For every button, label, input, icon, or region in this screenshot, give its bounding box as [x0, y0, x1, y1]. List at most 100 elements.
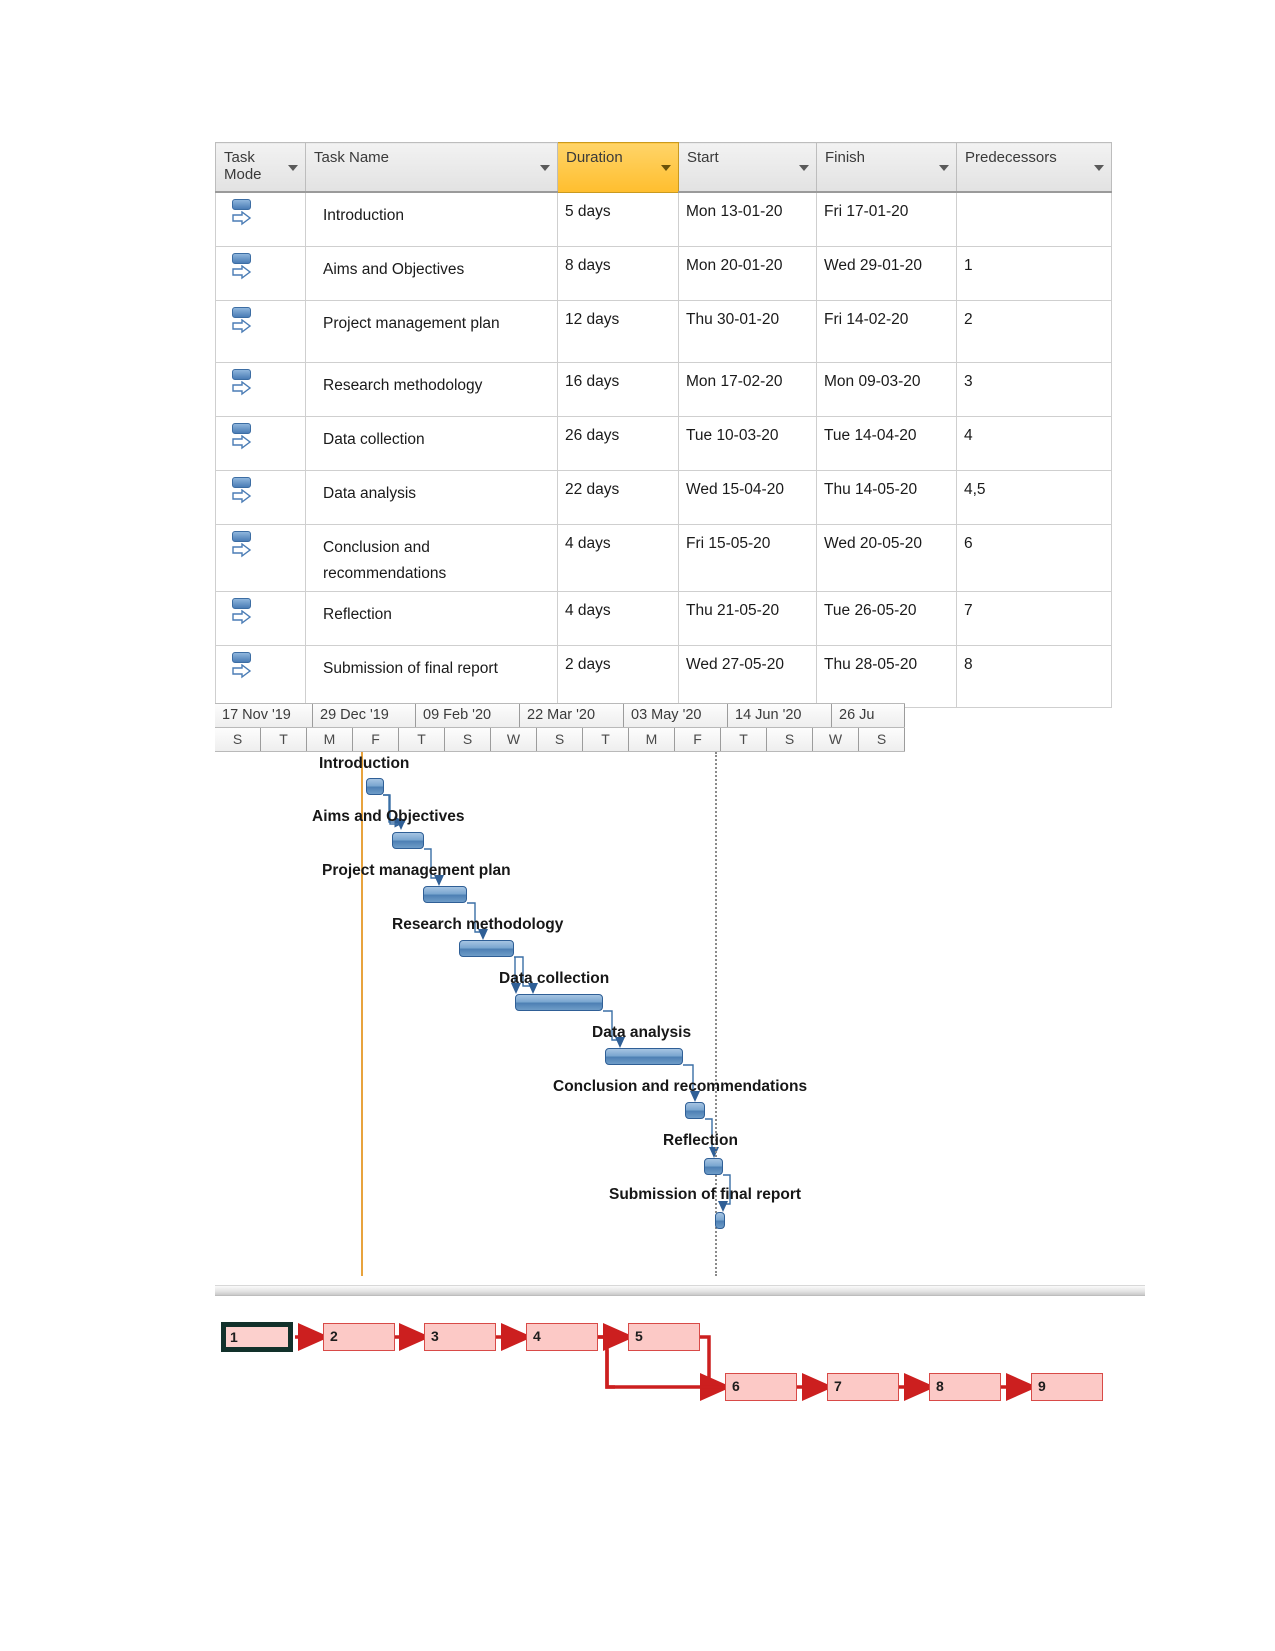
table-row[interactable]: Data collection 26 days Tue 10-03-20 Tue 14… [215, 415, 1112, 471]
cell-start[interactable]: Fri 15-05-20 [678, 523, 817, 592]
column-header-task-mode[interactable]: Task Mode [215, 142, 306, 193]
cell-finish[interactable]: Tue 26-05-20 [816, 590, 957, 646]
table-row[interactable]: Submission of final report 2 days Wed 27-0… [215, 644, 1112, 708]
pane-splitter[interactable] [215, 1285, 1145, 1296]
table-row[interactable]: Data analysis 22 days Wed 15-04-20 Thu 14-0… [215, 469, 1112, 525]
table-row[interactable]: Project management plan 12 days Thu 30-01-… [215, 299, 1112, 363]
cell-predecessors[interactable]: 4,5 [956, 469, 1112, 525]
cell-finish[interactable]: Mon 09-03-20 [816, 361, 957, 417]
cell-task-mode[interactable] [215, 299, 306, 363]
cell-finish[interactable]: Wed 20-05-20 [816, 523, 957, 592]
timeline-month-cell: 09 Feb '20 [416, 704, 520, 727]
gantt-bar[interactable] [605, 1048, 683, 1065]
network-node[interactable]: 5 [628, 1323, 700, 1351]
cell-duration[interactable]: 4 days [557, 523, 679, 592]
cell-task-name[interactable]: Aims and Objectives [305, 245, 558, 301]
cell-start[interactable]: Wed 15-04-20 [678, 469, 817, 525]
cell-predecessors[interactable]: 3 [956, 361, 1112, 417]
table-row[interactable]: Reflection 4 days Thu 21-05-20 Tue 26-05-20… [215, 590, 1112, 646]
cell-duration[interactable]: 4 days [557, 590, 679, 646]
table-row[interactable]: Research methodology 16 days Mon 17-02-20 M… [215, 361, 1112, 417]
cell-duration[interactable]: 8 days [557, 245, 679, 301]
column-header-predecessors[interactable]: Predecessors [956, 142, 1112, 193]
cell-duration[interactable]: 22 days [557, 469, 679, 525]
cell-task-name[interactable]: Conclusion and recommendations [305, 523, 558, 592]
cell-finish[interactable]: Thu 14-05-20 [816, 469, 957, 525]
cell-duration[interactable]: 5 days [557, 191, 679, 247]
gantt-bar[interactable] [685, 1102, 705, 1119]
column-header-start[interactable]: Start [678, 142, 817, 193]
timeline-month-cell: 17 Nov '19 [215, 704, 313, 727]
chevron-down-icon[interactable] [1094, 165, 1104, 171]
network-node[interactable]: 9 [1031, 1373, 1103, 1401]
cell-task-name[interactable]: Submission of final report [305, 644, 558, 708]
network-node[interactable]: 8 [929, 1373, 1001, 1401]
cell-start[interactable]: Mon 13-01-20 [678, 191, 817, 247]
column-header-duration[interactable]: Duration [557, 142, 679, 193]
network-node[interactable]: 2 [323, 1323, 395, 1351]
cell-finish[interactable]: Thu 28-05-20 [816, 644, 957, 708]
cell-task-name[interactable]: Data collection [305, 415, 558, 471]
cell-predecessors[interactable]: 7 [956, 590, 1112, 646]
chevron-down-icon[interactable] [939, 165, 949, 171]
column-header-label: Predecessors [965, 149, 1057, 166]
cell-task-name[interactable]: Reflection [305, 590, 558, 646]
cell-task-name[interactable]: Project management plan [305, 299, 558, 363]
network-node[interactable]: 7 [827, 1373, 899, 1401]
cell-task-mode[interactable] [215, 245, 306, 301]
cell-start[interactable]: Mon 17-02-20 [678, 361, 817, 417]
cell-start[interactable]: Tue 10-03-20 [678, 415, 817, 471]
cell-task-mode[interactable] [215, 469, 306, 525]
cell-finish[interactable]: Fri 14-02-20 [816, 299, 957, 363]
gantt-bar[interactable] [715, 1212, 725, 1229]
cell-task-name[interactable]: Data analysis [305, 469, 558, 525]
cell-task-name[interactable]: Introduction [305, 191, 558, 247]
gantt-bar[interactable] [392, 832, 424, 849]
cell-predecessors[interactable]: 6 [956, 523, 1112, 592]
cell-start[interactable]: Mon 20-01-20 [678, 245, 817, 301]
cell-task-mode[interactable] [215, 191, 306, 247]
column-header-finish[interactable]: Finish [816, 142, 957, 193]
cell-predecessors[interactable]: 2 [956, 299, 1112, 363]
network-node[interactable]: 6 [725, 1373, 797, 1401]
cell-predecessors[interactable]: 8 [956, 644, 1112, 708]
cell-duration[interactable]: 26 days [557, 415, 679, 471]
gantt-bar[interactable] [423, 886, 467, 903]
chevron-down-icon[interactable] [288, 165, 298, 171]
cell-finish[interactable]: Wed 29-01-20 [816, 245, 957, 301]
gantt-bar[interactable] [459, 940, 514, 957]
network-node[interactable]: 3 [424, 1323, 496, 1351]
cell-task-mode[interactable] [215, 415, 306, 471]
cell-predecessors[interactable]: 1 [956, 245, 1112, 301]
task-table: Task Mode Task Name Duration Start Finis… [215, 142, 1112, 708]
column-header-task-name[interactable]: Task Name [305, 142, 558, 193]
gantt-bar[interactable] [366, 778, 384, 795]
table-header-row: Task Mode Task Name Duration Start Finis… [215, 142, 1112, 193]
cell-predecessors[interactable] [956, 191, 1112, 247]
table-row[interactable]: Conclusion and recommendations 4 days Fri … [215, 523, 1112, 592]
cell-start[interactable]: Wed 27-05-20 [678, 644, 817, 708]
table-row[interactable]: Aims and Objectives 8 days Mon 20-01-20 Wed… [215, 245, 1112, 301]
gantt-bar[interactable] [704, 1158, 723, 1175]
gantt-bar[interactable] [515, 994, 603, 1011]
chevron-down-icon[interactable] [799, 165, 809, 171]
cell-start[interactable]: Thu 30-01-20 [678, 299, 817, 363]
cell-predecessors[interactable]: 4 [956, 415, 1112, 471]
cell-finish[interactable]: Tue 14-04-20 [816, 415, 957, 471]
cell-task-mode[interactable] [215, 523, 306, 592]
table-row[interactable]: Introduction 5 days Mon 13-01-20 Fri 17-01-… [215, 191, 1112, 247]
cell-duration[interactable]: 2 days [557, 644, 679, 708]
network-node[interactable]: 4 [526, 1323, 598, 1351]
cell-task-mode[interactable] [215, 590, 306, 646]
chevron-down-icon[interactable] [540, 165, 550, 171]
chevron-down-icon[interactable] [661, 165, 671, 171]
cell-start[interactable]: Thu 21-05-20 [678, 590, 817, 646]
cell-task-mode[interactable] [215, 361, 306, 417]
cell-duration[interactable]: 12 days [557, 299, 679, 363]
cell-finish[interactable]: Fri 17-01-20 [816, 191, 957, 247]
cell-duration[interactable]: 16 days [557, 361, 679, 417]
cell-task-name[interactable]: Research methodology [305, 361, 558, 417]
network-node[interactable]: 1 [221, 1322, 293, 1352]
today-marker-line [361, 752, 363, 1276]
cell-task-mode[interactable] [215, 644, 306, 708]
